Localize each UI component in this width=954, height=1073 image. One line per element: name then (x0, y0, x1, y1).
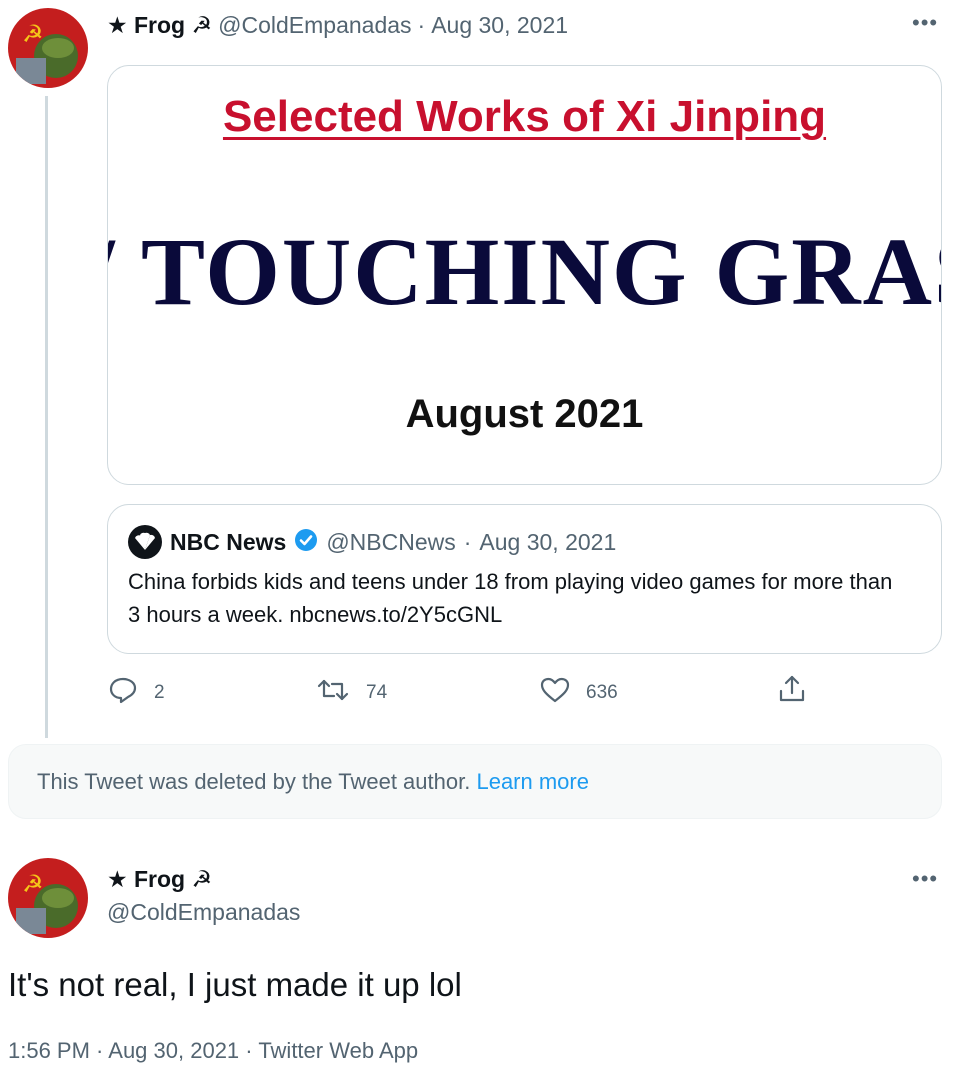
reply-button[interactable]: 2 (108, 676, 165, 710)
share-button[interactable] (778, 674, 806, 710)
deleted-tweet-notice: This Tweet was deleted by the Tweet auth… (8, 744, 942, 819)
quote-card[interactable]: NBC News @NBCNews · Aug 30, 2021 China f… (107, 504, 942, 654)
avatar[interactable]: ☭ (8, 858, 88, 938)
thread-line (45, 96, 48, 738)
author-handle[interactable]: @ColdEmpanadas (107, 899, 300, 926)
author-name[interactable]: ★ Frog ☭ (107, 866, 212, 893)
quote-text: China forbids kids and teens under 18 fr… (128, 569, 893, 627)
learn-more-link[interactable]: Learn more (476, 769, 589, 794)
share-icon (778, 674, 806, 710)
tweet-date[interactable]: Aug 30, 2021 (431, 12, 568, 39)
heart-icon (540, 676, 570, 710)
tweet-header: ★ Frog ☭ @ColdEmpanadas · Aug 30, 2021 (107, 12, 568, 39)
author-handle[interactable]: @ColdEmpanadas (218, 12, 411, 39)
media-card[interactable]: Selected Works of Xi Jinping / TOUCHING … (107, 65, 942, 485)
separator: · (463, 528, 472, 555)
more-horizontal-icon[interactable]: ••• (912, 866, 938, 892)
reply-icon (108, 676, 138, 710)
separator: · (417, 12, 426, 38)
like-count: 636 (586, 682, 618, 703)
quote-header: NBC News @NBCNews · Aug 30, 2021 (128, 525, 616, 559)
svg-text:☭: ☭ (22, 20, 44, 48)
quote-handle: @NBCNews (326, 528, 456, 555)
quote-date: Aug 30, 2021 (479, 528, 617, 555)
quote-author-name: NBC News (170, 528, 287, 555)
tweet-text: It's not real, I just made it up lol (8, 966, 462, 1003)
like-button[interactable]: 636 (540, 676, 618, 710)
retweet-icon (316, 676, 350, 710)
verified-badge-icon (294, 528, 318, 557)
retweet-count: 74 (366, 682, 388, 703)
avatar[interactable]: ☭ (8, 8, 88, 88)
media-big-text: / TOUCHING GRASS (108, 218, 941, 325)
reply-count: 2 (154, 682, 165, 703)
nbc-peacock-icon (128, 525, 162, 559)
deleted-message: This Tweet was deleted by the Tweet auth… (37, 769, 471, 794)
author-name[interactable]: ★ Frog ☭ (107, 12, 212, 39)
deleted-notice-text: This Tweet was deleted by the Tweet auth… (37, 769, 589, 795)
media-date: August 2021 (405, 392, 644, 436)
svg-text:☭: ☭ (22, 870, 44, 898)
tweet-meta[interactable]: 1:56 PM · Aug 30, 2021 · Twitter Web App (8, 1038, 418, 1064)
more-horizontal-icon[interactable]: ••• (912, 10, 938, 36)
retweet-button[interactable]: 74 (316, 676, 387, 710)
media-title: Selected Works of Xi Jinping (222, 92, 827, 141)
